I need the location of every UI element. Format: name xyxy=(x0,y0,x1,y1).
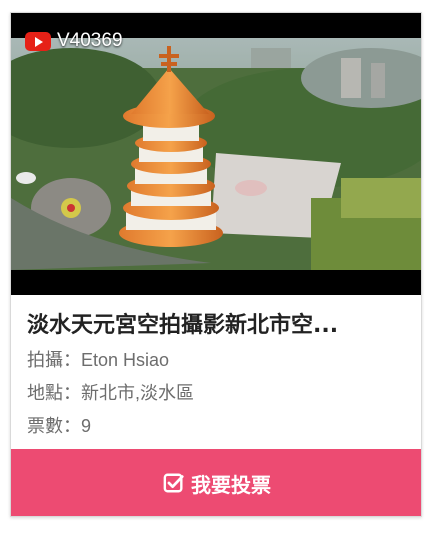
vote-button-label: 我要投票 xyxy=(191,474,271,497)
youtube-icon xyxy=(25,31,51,51)
photographer-row: 拍攝：Eton Hsiao xyxy=(27,346,169,372)
video-code: V40369 xyxy=(57,30,123,51)
photographer-label: 拍攝： xyxy=(27,350,81,370)
location-value: 新北市,淡水區 xyxy=(81,383,195,403)
votes-row: 票數：9 xyxy=(27,412,91,438)
location-label: 地點： xyxy=(27,383,81,403)
vote-button[interactable]: 我要投票 xyxy=(11,449,421,516)
check-square-icon xyxy=(163,473,184,493)
photographer-name: Eton Hsiao xyxy=(81,350,170,370)
votes-count: 9 xyxy=(81,416,92,436)
video-thumbnail[interactable]: V40369 xyxy=(11,13,421,295)
entry-title[interactable]: 淡水天元宮空拍攝影新北市空... xyxy=(27,307,407,339)
video-code-badge: V40369 xyxy=(25,30,123,52)
votes-label: 票數： xyxy=(27,416,81,436)
aerial-photo-image xyxy=(11,38,421,270)
entry-card: V40369 淡水天元宮空拍攝影新北市空... 拍攝：Eton Hsiao 地點… xyxy=(10,12,422,517)
location-row: 地點：新北市,淡水區 xyxy=(27,379,194,405)
